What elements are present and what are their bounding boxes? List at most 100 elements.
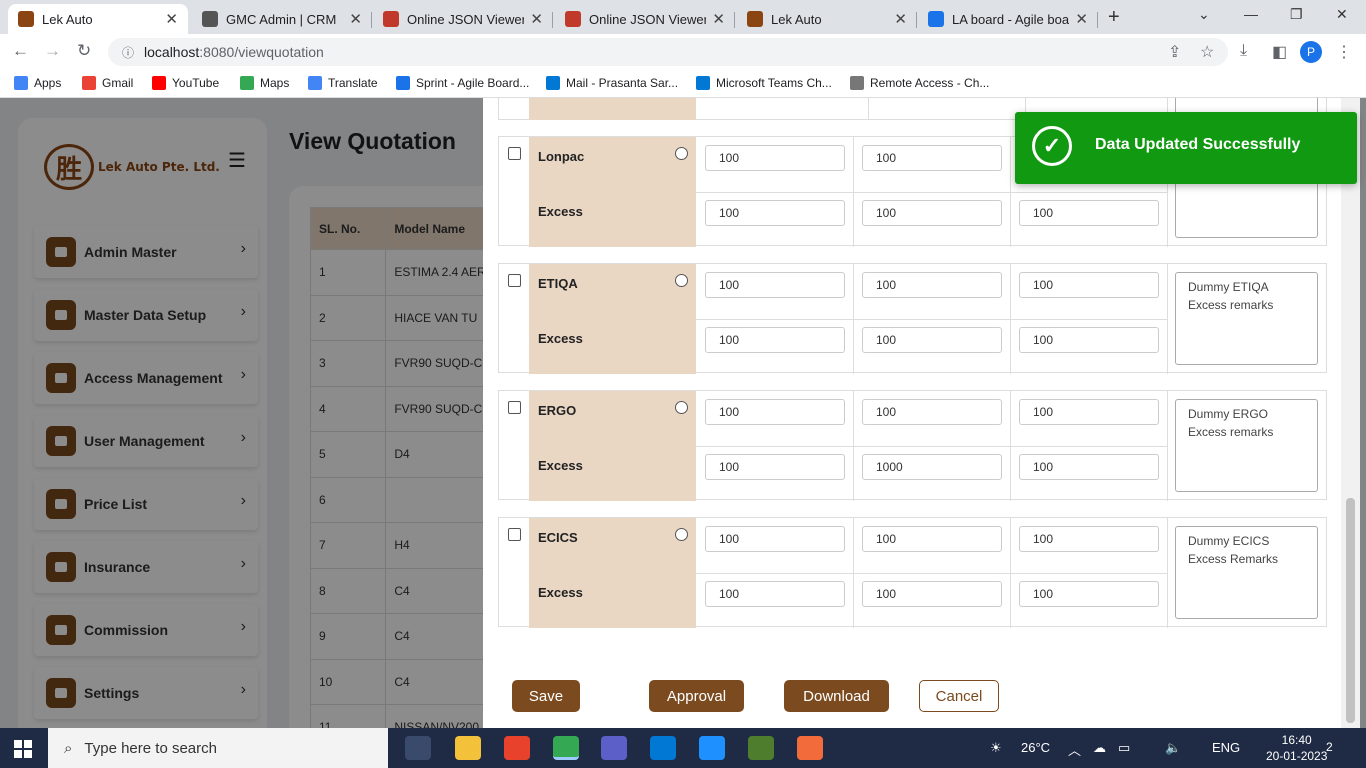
- side-panel-icon[interactable]: ◧: [1272, 42, 1287, 62]
- tab-close-icon[interactable]: ✕: [165, 10, 178, 28]
- table-row[interactable]: 4 FVR90 SUQD-C: [309, 385, 510, 432]
- file-explorer-icon[interactable]: [455, 736, 481, 760]
- select-checkbox[interactable]: [508, 401, 521, 414]
- amount-input[interactable]: 100: [1019, 526, 1159, 552]
- cancel-button[interactable]: Cancel: [919, 680, 999, 712]
- amount-input[interactable]: 100: [705, 272, 845, 298]
- select-checkbox[interactable]: [508, 528, 521, 541]
- sidebar-item-user-management[interactable]: User Management ›: [34, 415, 258, 467]
- tab-3[interactable]: Online JSON Viewer ✕: [555, 4, 735, 34]
- amount-input[interactable]: 100: [1019, 327, 1159, 353]
- weather-temp[interactable]: 26°C: [1021, 740, 1050, 755]
- amount-input[interactable]: 100: [1019, 581, 1159, 607]
- table-row[interactable]: 5 D4: [309, 431, 510, 478]
- sidebar-item-commission[interactable]: Commission ›: [34, 604, 258, 656]
- menu-dots-icon[interactable]: ⋮: [1336, 42, 1352, 62]
- chrome-icon[interactable]: [553, 736, 579, 760]
- weather-icon[interactable]: ☀: [990, 740, 1002, 756]
- bookmark-1[interactable]: Gmail: [82, 76, 133, 90]
- save-button[interactable]: Save: [512, 680, 580, 712]
- tab-close-icon[interactable]: ✕: [1075, 10, 1088, 28]
- edge-icon[interactable]: [699, 736, 725, 760]
- profile-avatar[interactable]: P: [1300, 41, 1322, 63]
- amount-input[interactable]: 100: [705, 145, 845, 171]
- network-icon[interactable]: ▭: [1118, 740, 1130, 756]
- table-row[interactable]: 7 H4: [309, 522, 510, 569]
- remarks-textarea[interactable]: Dummy ERGO Excess remarks: [1175, 399, 1318, 492]
- amount-input[interactable]: 100: [1019, 200, 1159, 226]
- sidebar-item-access-management[interactable]: Access Management ›: [34, 352, 258, 404]
- remarks-textarea[interactable]: Dummy ETIQA Excess remarks: [1175, 272, 1318, 365]
- site-info-icon[interactable]: ⓘ: [122, 44, 134, 61]
- amount-input[interactable]: 100: [705, 327, 845, 353]
- download-icon[interactable]: ⤓: [1240, 42, 1247, 60]
- amount-input[interactable]: 100: [1019, 454, 1159, 480]
- terminal-icon[interactable]: [748, 736, 774, 760]
- select-radio[interactable]: [675, 401, 688, 414]
- bookmark-7[interactable]: Microsoft Teams Ch...: [696, 76, 832, 90]
- address-bar[interactable]: ⓘ localhost:8080/viewquotation: [108, 38, 1228, 66]
- amount-input[interactable]: 1000: [862, 454, 1002, 480]
- amount-input[interactable]: 100: [705, 399, 845, 425]
- tab-close-icon[interactable]: ✕: [712, 10, 725, 28]
- tab-4[interactable]: Lek Auto ✕: [737, 4, 917, 34]
- tab-search-icon[interactable]: ⌄: [1198, 6, 1210, 23]
- select-checkbox[interactable]: [508, 274, 521, 287]
- tab-5[interactable]: LA board - Agile boa ✕: [918, 4, 1098, 34]
- task-view-icon[interactable]: [405, 736, 431, 760]
- bookmark-6[interactable]: Mail - Prasanta Sar...: [546, 76, 678, 90]
- amount-input[interactable]: 100: [862, 526, 1002, 552]
- amount-input[interactable]: 100: [1019, 272, 1159, 298]
- sidebar-item-settings[interactable]: Settings ›: [34, 667, 258, 719]
- amount-input[interactable]: 100: [862, 145, 1002, 171]
- close-window-icon[interactable]: ✕: [1336, 6, 1348, 23]
- onedrive-icon[interactable]: ☁: [1093, 740, 1106, 756]
- windows-start-icon[interactable]: [14, 740, 32, 758]
- tab-2[interactable]: Online JSON Viewer ✕: [373, 4, 553, 34]
- amount-input[interactable]: 100: [862, 200, 1002, 226]
- amount-input[interactable]: 100: [1019, 399, 1159, 425]
- table-row[interactable]: 11 NISSAN/NV200: [309, 704, 510, 728]
- back-icon[interactable]: ←: [12, 41, 29, 61]
- select-radio[interactable]: [675, 528, 688, 541]
- sidebar-item-master-data-setup[interactable]: Master Data Setup ›: [34, 289, 258, 341]
- table-row[interactable]: 10 C4: [309, 658, 510, 705]
- amount-input[interactable]: 100: [705, 526, 845, 552]
- minimize-icon[interactable]: —: [1244, 6, 1258, 22]
- teams-icon[interactable]: [601, 736, 627, 760]
- vscode-icon[interactable]: [650, 736, 676, 760]
- bookmark-star-icon[interactable]: ☆: [1200, 42, 1214, 62]
- select-checkbox[interactable]: [508, 147, 521, 160]
- app-icon[interactable]: [504, 736, 530, 760]
- forward-icon[interactable]: →: [44, 41, 61, 61]
- share-icon[interactable]: ⇪: [1168, 42, 1181, 62]
- amount-input[interactable]: 100: [862, 272, 1002, 298]
- scrollbar-thumb[interactable]: [1346, 498, 1355, 723]
- volume-icon[interactable]: 🔈: [1165, 740, 1181, 756]
- taskbar-search[interactable]: ⌕ Type here to search: [48, 728, 388, 768]
- download-button[interactable]: Download: [784, 680, 889, 712]
- new-tab-button[interactable]: +: [1108, 6, 1120, 29]
- hamburger-menu-icon[interactable]: ☰: [228, 148, 246, 173]
- bookmark-4[interactable]: Translate: [308, 76, 378, 90]
- table-row[interactable]: 2 HIACE VAN TU: [309, 294, 510, 341]
- sidebar-item-price-list[interactable]: Price List ›: [34, 478, 258, 530]
- tab-close-icon[interactable]: ✕: [894, 10, 907, 28]
- amount-input[interactable]: 100: [862, 399, 1002, 425]
- bookmark-8[interactable]: Remote Access - Ch...: [850, 76, 989, 90]
- tab-0[interactable]: Lek Auto ✕: [8, 4, 188, 34]
- bookmark-3[interactable]: Maps: [240, 76, 289, 90]
- table-row[interactable]: 3 FVR90 SUQD-C: [309, 340, 510, 387]
- language-indicator[interactable]: ENG: [1212, 740, 1240, 755]
- reload-icon[interactable]: ↻: [77, 41, 91, 61]
- remarks-textarea[interactable]: Dummy ECICS Excess Remarks: [1175, 526, 1318, 619]
- table-row[interactable]: 8 C4: [309, 567, 510, 614]
- clock[interactable]: 16:40 20-01-2023: [1266, 732, 1327, 764]
- notifications-count[interactable]: 2: [1326, 740, 1333, 754]
- amount-input[interactable]: 100: [705, 454, 845, 480]
- sidebar-item-admin-master[interactable]: Admin Master ›: [34, 226, 258, 278]
- sidebar-item-insurance[interactable]: Insurance ›: [34, 541, 258, 593]
- tab-1[interactable]: GMC Admin | CRM ✕: [192, 4, 372, 34]
- bookmark-0[interactable]: Apps: [14, 76, 61, 90]
- amount-input[interactable]: 100: [862, 581, 1002, 607]
